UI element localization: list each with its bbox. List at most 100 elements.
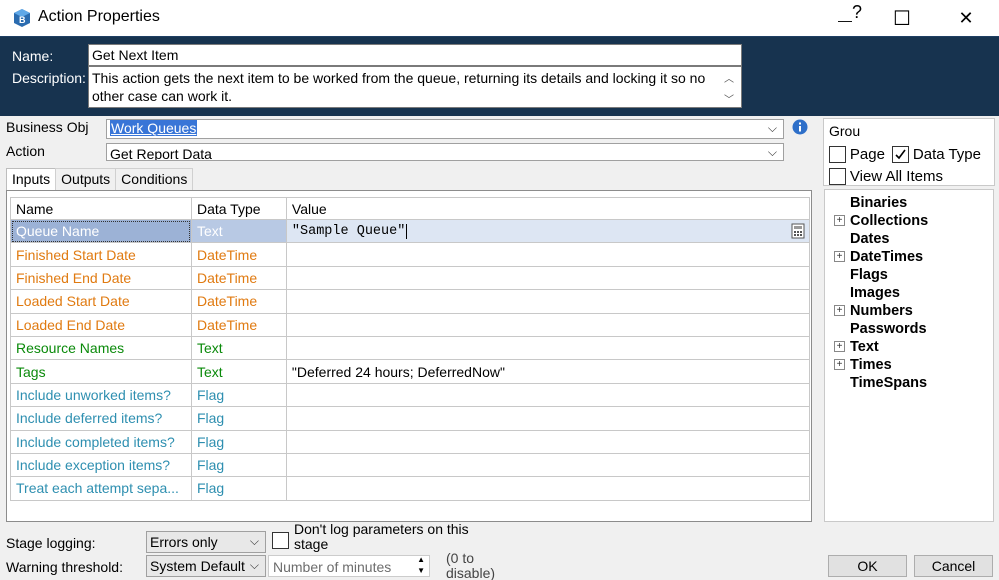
row-value[interactable] [285,312,811,337]
row-name: Finished Start Date [10,242,192,267]
table-row[interactable]: Finished End Date DateTime [10,265,811,291]
tree-item-times[interactable]: Times [850,357,892,373]
tree-item-passwords[interactable]: Passwords [850,321,927,337]
table-row[interactable]: Finished Start Date DateTime [10,242,811,267]
close-icon: ✕ [958,7,974,28]
cancel-button[interactable]: Cancel [914,555,993,577]
chevron-down-icon: ⌵ [767,121,777,135]
row-value[interactable]: "Sample Queue" [291,223,408,239]
tree-item-flags[interactable]: Flags [850,267,888,283]
table-row[interactable]: Resource Names Text [10,335,811,361]
description-input[interactable]: This action gets the next item to be wor… [88,66,742,108]
spin-up-icon[interactable]: ▲ [417,555,425,564]
row-value[interactable] [285,476,811,501]
tab-conditions[interactable]: Conditions [115,168,194,190]
row-value[interactable] [285,406,811,431]
row-value[interactable]: "Deferred 24 hours; DeferredNow" [285,359,811,384]
help-minimize-button[interactable]: — ? [827,0,873,36]
tree-item-datetimes[interactable]: DateTimes [850,249,923,265]
row-value[interactable] [285,289,811,314]
checkmark-icon [895,149,906,160]
data-type-checkbox-row[interactable]: Data Type [892,145,981,163]
business-object-select[interactable]: Work Queues ⌵ [106,119,784,139]
column-header-data-type[interactable]: Data Type [190,197,287,220]
maximize-button[interactable]: ☐ [879,0,925,36]
action-value: Get Report Data [110,146,212,161]
expand-plus-icon[interactable]: + [834,341,845,352]
svg-text:B: B [19,15,26,25]
chevron-down-icon: ⌵ [249,534,259,548]
row-name: Include unworked items? [10,382,192,408]
tab-outputs[interactable]: Outputs [55,168,117,190]
tree-item-binaries[interactable]: Binaries [850,195,907,211]
table-row[interactable]: Include deferred items? Flag [10,406,811,431]
row-type: DateTime [190,289,287,314]
row-name: Treat each attempt sepa... [10,476,192,501]
expand-plus-icon[interactable]: + [834,359,845,370]
action-select[interactable]: Get Report Data ⌵ [106,143,784,161]
dont-log-checkbox[interactable] [272,531,289,549]
row-value[interactable] [285,382,811,408]
ok-button[interactable]: OK [828,555,907,577]
calculator-icon[interactable] [791,223,805,239]
table-row[interactable]: Include unworked items? Flag [10,382,811,408]
tree-item-timespans[interactable]: TimeSpans [850,375,927,391]
row-value[interactable] [285,452,811,478]
dont-log-checkbox-wrap[interactable] [272,531,292,551]
row-value-cell[interactable]: "Sample Queue" [285,218,811,244]
view-all-checkbox-label: View All Items [849,167,943,185]
description-scrollbar[interactable]: ︿ ﹀ [718,67,740,107]
page-checkbox[interactable] [829,145,846,163]
tree-item-text[interactable]: Text [850,339,879,355]
table-row[interactable]: Tags Text "Deferred 24 hours; DeferredNow" [10,359,811,384]
expand-plus-icon[interactable]: + [834,251,845,262]
scroll-down-icon[interactable]: ﹀ [718,91,740,106]
tree-item-images[interactable]: Images [850,285,900,301]
action-label: Action [6,143,45,159]
name-label: Name: [12,48,54,64]
group-label: Grou [829,123,861,139]
expand-plus-icon[interactable]: + [834,215,845,226]
zero-to-disable-hint: (0 to disable) [446,551,496,580]
data-items-tree: Binaries + Collections Dates + DateTimes… [824,189,994,522]
table-row[interactable]: Loaded End Date DateTime [10,312,811,337]
row-name[interactable]: Queue Name [10,218,192,244]
table-row[interactable]: Include exception items? Flag [10,452,811,478]
table-row[interactable]: Loaded Start Date DateTime [10,289,811,314]
minutes-input[interactable]: Number of minutes ▲ ▼ [268,555,430,577]
tree-item-numbers[interactable]: Numbers [850,303,913,319]
table-row[interactable]: Include completed items? Flag [10,429,811,454]
description-label: Description: [12,70,86,86]
blueprism-app-icon: B [14,9,30,27]
data-type-checkbox[interactable] [892,145,909,163]
scroll-up-icon[interactable]: ︿ [718,70,740,85]
column-header-value[interactable]: Value [285,197,811,220]
stage-logging-select[interactable]: Errors only ⌵ [146,531,266,553]
row-type: Flag [190,429,287,454]
info-icon[interactable] [792,119,808,135]
row-type: Flag [190,476,287,501]
name-input[interactable]: Get Next Item [88,44,742,66]
close-button[interactable]: ✕ [943,0,989,36]
row-type: Flag [190,452,287,478]
view-all-checkbox[interactable] [829,167,846,185]
page-checkbox-label: Page [849,145,885,163]
table-row[interactable]: Queue Name Text "Sample Queue" [10,218,811,244]
tree-item-dates[interactable]: Dates [850,231,890,247]
view-all-checkbox-row[interactable]: View All Items [829,167,943,185]
warning-threshold-select[interactable]: System Default ⌵ [146,555,266,577]
expand-plus-icon[interactable]: + [834,305,845,316]
spin-down-icon[interactable]: ▼ [417,566,425,575]
row-value[interactable] [285,242,811,267]
row-value[interactable] [285,265,811,291]
tab-inputs[interactable]: Inputs [6,168,57,192]
help-icon: ? [851,1,862,22]
page-checkbox-row[interactable]: Page [829,145,885,163]
row-value[interactable] [285,429,811,454]
data-type-checkbox-label: Data Type [912,145,981,163]
table-row[interactable]: Treat each attempt sepa... Flag [10,476,811,501]
row-value[interactable] [285,335,811,361]
row-type: DateTime [190,265,287,291]
column-header-name[interactable]: Name [10,197,192,220]
tree-item-collections[interactable]: Collections [850,213,928,229]
